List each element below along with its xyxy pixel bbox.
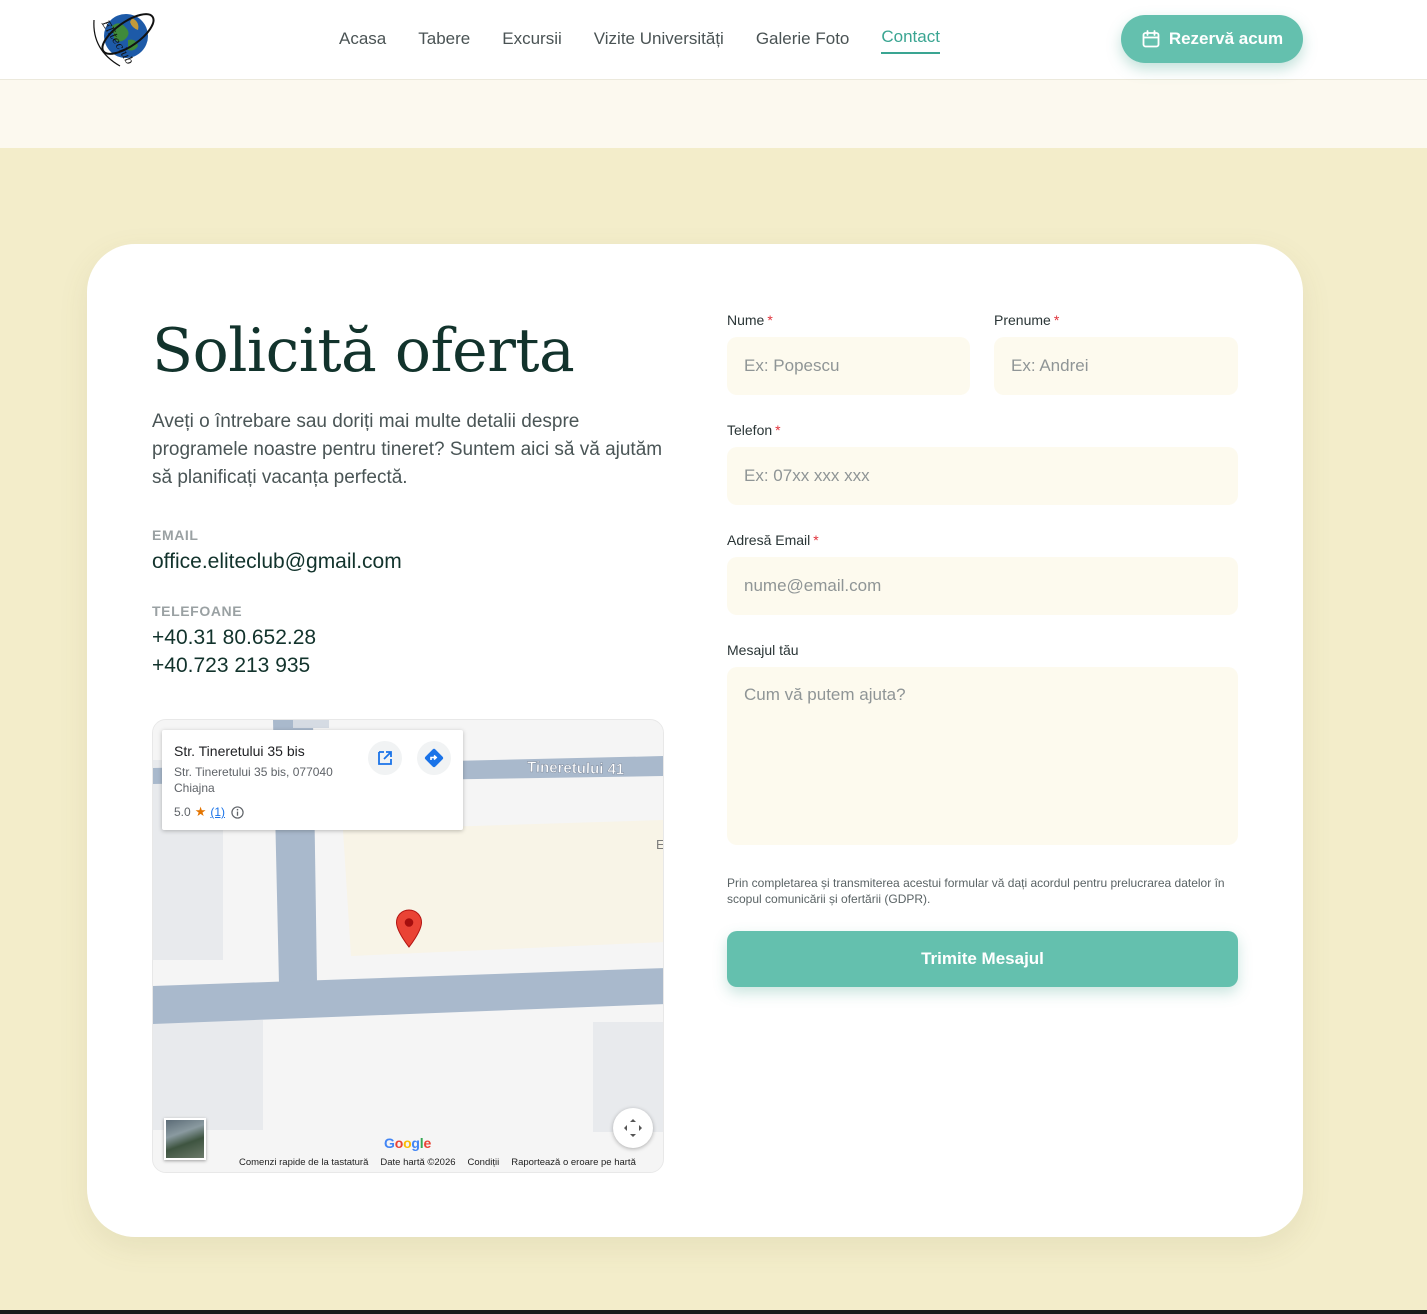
email-link[interactable]: office.eliteclub@gmail.com	[152, 550, 402, 574]
email-field-label-text: Adresă Email	[727, 532, 811, 548]
nume-label-text: Nume	[727, 312, 765, 328]
place-rating: 5.0 ★ (1)	[174, 804, 244, 820]
map-attribution: Comenzi rapide de la tastatură Date hart…	[239, 1157, 648, 1168]
eliteclub-logo[interactable]: Eliteclub	[88, 6, 160, 72]
google-map[interactable]: Tineretului 41 E Str. Tineretului 35 bis…	[152, 719, 664, 1173]
nav-vizite-universitati[interactable]: Vizite Universități	[594, 29, 724, 49]
nav-acasa[interactable]: Acasa	[339, 29, 386, 49]
book-now-button[interactable]: Rezervă acum	[1121, 15, 1303, 63]
nume-input[interactable]: Ex: Popescu	[727, 337, 970, 395]
email-field-label: Adresă Email *	[727, 532, 819, 548]
intro-text: Aveți o întrebare sau doriți mai multe d…	[152, 411, 663, 488]
footer-edge	[0, 1310, 1427, 1314]
nume-label: Nume *	[727, 312, 773, 328]
required-mark: *	[1053, 312, 1060, 328]
nav-tabere[interactable]: Tabere	[418, 29, 470, 49]
nav-contact[interactable]: Contact	[881, 27, 940, 54]
place-address: Str. Tineretului 35 bis, 077040 Chiajna	[174, 765, 333, 795]
map-data-text: Date hartă ©2026	[380, 1157, 456, 1168]
directions-icon	[424, 748, 444, 768]
email-section-label: EMAIL	[152, 527, 199, 543]
street-view-thumbnail[interactable]	[164, 1118, 206, 1160]
required-mark: *	[767, 312, 773, 328]
site-header: Eliteclub Acasa Tabere Excursii Vizite U…	[0, 0, 1427, 80]
street-label: Tineretului 41	[526, 758, 625, 779]
telefon-input[interactable]: Ex: 07xx xxx xxx	[727, 447, 1238, 505]
keyboard-shortcuts-link[interactable]: Comenzi rapide de la tastatură	[239, 1157, 368, 1168]
terms-link[interactable]: Condiții	[468, 1157, 500, 1168]
nav-excursii[interactable]: Excursii	[502, 29, 562, 49]
phone-link-1[interactable]: +40.31 80.652.28	[152, 626, 316, 650]
telefon-label: Telefon *	[727, 422, 781, 438]
message-textarea[interactable]: Cum vă putem ajuta?	[727, 667, 1238, 845]
book-now-label: Rezervă acum	[1168, 29, 1284, 48]
external-link-icon	[378, 751, 392, 765]
phone-link-2[interactable]: +40.723 213 935	[152, 654, 310, 678]
prenume-label: Prenume *	[994, 312, 1059, 328]
prenume-input[interactable]: Ex: Andrei	[994, 337, 1238, 395]
phones-section-label: TELEFOANE	[152, 603, 243, 619]
gdpr-notice: Prin completarea și transmiterea acestui…	[727, 876, 1225, 906]
star-icon: ★	[194, 804, 207, 819]
hero-band-bottom	[0, 80, 1427, 148]
calendar-icon	[1142, 30, 1160, 48]
message-label: Mesajul tău	[727, 642, 799, 658]
directions-button[interactable]	[417, 741, 451, 775]
open-in-maps-button[interactable]	[368, 741, 402, 775]
rating-value: 5.0	[174, 805, 191, 819]
submit-button[interactable]: Trimite Mesajul	[727, 931, 1238, 987]
email-input[interactable]: nume@email.com	[727, 557, 1238, 615]
location-pin-icon[interactable]	[395, 909, 423, 949]
report-error-link[interactable]: Raportează o eroare pe hartă	[511, 1157, 636, 1168]
main-nav: Acasa Tabere Excursii Vizite Universităț…	[339, 0, 972, 80]
rating-count-link[interactable]: (1)	[210, 805, 225, 819]
prenume-label-text: Prenume	[994, 312, 1051, 328]
fullscreen-icon	[624, 1119, 642, 1137]
nav-galerie-foto[interactable]: Galerie Foto	[756, 29, 850, 49]
page-title: Solicită oferta	[152, 316, 575, 386]
required-mark: *	[775, 422, 781, 438]
fullscreen-button[interactable]	[613, 1108, 653, 1148]
telefon-label-text: Telefon	[727, 422, 773, 438]
google-logo: Google	[384, 1135, 432, 1151]
place-name: Str. Tineretului 35 bis	[174, 743, 305, 759]
map-partial-label: E	[656, 837, 664, 852]
required-mark: *	[813, 532, 819, 548]
info-icon[interactable]	[231, 805, 244, 819]
place-info-card: Str. Tineretului 35 bis Str. Tineretului…	[162, 730, 463, 830]
